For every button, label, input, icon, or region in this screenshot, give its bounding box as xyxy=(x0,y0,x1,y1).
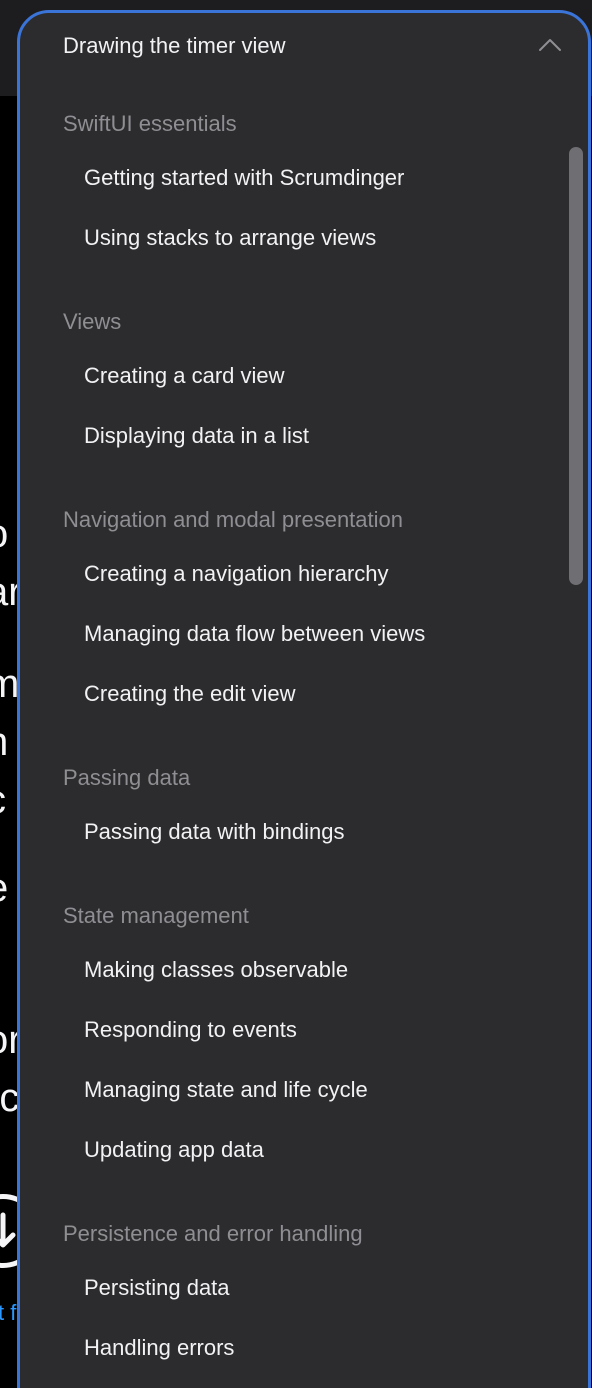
tutorial-navigation-popover: Drawing the timer view SwiftUI essential… xyxy=(17,10,591,1388)
background-text-fragment: h xyxy=(0,720,8,765)
section-heading-swiftui-essentials: SwiftUI essentials xyxy=(63,111,237,136)
list-item-getting-started[interactable]: Getting started with Scrumdinger xyxy=(84,165,404,191)
background-text-fragment: e xyxy=(0,866,8,911)
list-item-using-stacks[interactable]: Using stacks to arrange views xyxy=(84,225,376,251)
popover-header[interactable]: Drawing the timer view xyxy=(20,13,588,81)
background-text-fragment: o xyxy=(0,512,8,557)
download-arrow-icon xyxy=(0,1212,16,1248)
list-item-navigation-hierarchy[interactable]: Creating a navigation hierarchy xyxy=(84,561,389,587)
list-item-life-cycle[interactable]: Managing state and life cycle xyxy=(84,1077,368,1103)
section-heading-persistence: Persistence and error handling xyxy=(63,1221,363,1246)
list-item-bindings[interactable]: Passing data with bindings xyxy=(84,819,345,845)
list-item-app-data[interactable]: Updating app data xyxy=(84,1137,264,1163)
list-item-observable[interactable]: Making classes observable xyxy=(84,957,348,983)
background-link-fragment[interactable]: t f xyxy=(0,1300,16,1326)
section-heading-passing-data: Passing data xyxy=(63,765,191,790)
tutorial-list: SwiftUI essentials Getting started with … xyxy=(20,81,588,1388)
list-item-data-flow[interactable]: Managing data flow between views xyxy=(84,621,425,647)
list-item-handling-errors[interactable]: Handling errors xyxy=(84,1335,234,1361)
list-item-events[interactable]: Responding to events xyxy=(84,1017,297,1043)
section-heading-navigation: Navigation and modal presentation xyxy=(63,507,404,532)
section-heading-views: Views xyxy=(63,309,122,334)
page: l o ar m h c e or rc t f Drawing the tim… xyxy=(0,0,592,1388)
list-item-persisting-data[interactable]: Persisting data xyxy=(84,1275,230,1301)
list-item-displaying-data[interactable]: Displaying data in a list xyxy=(84,423,309,449)
scrollbar[interactable] xyxy=(569,147,583,585)
chevron-up-icon[interactable] xyxy=(538,33,562,57)
section-heading-state-management: State management xyxy=(63,903,249,928)
list-item-card-view[interactable]: Creating a card view xyxy=(84,363,285,389)
list-item-edit-view[interactable]: Creating the edit view xyxy=(84,681,296,707)
background-text-fragment: c xyxy=(0,778,6,823)
current-tutorial-title: Drawing the timer view xyxy=(63,33,286,58)
